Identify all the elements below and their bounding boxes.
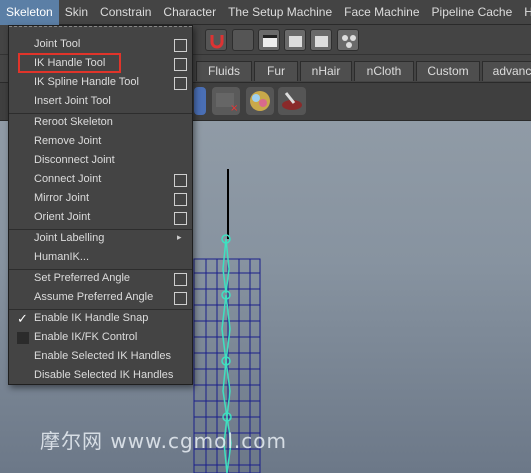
ipr-render-icon[interactable] — [284, 29, 306, 51]
paint-brush-icon[interactable] — [278, 87, 306, 115]
option-box-icon[interactable] — [174, 273, 187, 286]
menu-item-label: Set Preferred Angle — [34, 272, 131, 284]
menu-item-enable-ik-handle-snap[interactable]: ✓ Enable IK Handle Snap — [10, 310, 193, 329]
menu-item-humanik[interactable]: HumanIK... — [10, 249, 193, 268]
tab-fluids[interactable]: Fluids — [196, 61, 252, 81]
menu-item-disable-selected-ik-handles[interactable]: Disable Selected IK Handles — [10, 367, 193, 386]
menu-item-connect-joint[interactable]: Connect Joint — [10, 171, 193, 190]
unchecked-box-icon — [17, 332, 29, 344]
shader-ball-icon[interactable] — [246, 87, 274, 115]
menu-item-label: Reroot Skeleton — [34, 116, 113, 128]
menu-item-label: Insert Joint Tool — [34, 95, 111, 107]
menu-item-label: Mirror Joint — [34, 192, 90, 204]
tear-off-line[interactable] — [9, 26, 192, 30]
menu-item-label: Remove Joint — [34, 135, 102, 147]
menu-item-label: Enable IK/FK Control — [34, 331, 138, 343]
menu-item-label: Orient Joint — [34, 211, 91, 223]
snap-icon[interactable] — [232, 29, 254, 51]
menu-item-mirror-joint[interactable]: Mirror Joint — [10, 190, 193, 209]
menu-item-assume-preferred-angle[interactable]: Assume Preferred Angle — [10, 289, 193, 308]
svg-text:×: × — [230, 103, 238, 114]
tab-nhair[interactable]: nHair — [300, 61, 352, 81]
option-box-icon[interactable] — [174, 77, 187, 90]
menu-constrain[interactable]: Constrain — [94, 0, 157, 25]
render-icon[interactable] — [258, 29, 280, 51]
menu-item-label: Joint Tool — [34, 38, 81, 50]
menu-skeleton[interactable]: Skeleton — [0, 0, 59, 25]
menu-item-enable-ik-fk-control[interactable]: Enable IK/FK Control — [10, 329, 193, 348]
option-box-icon[interactable] — [174, 174, 187, 187]
menu-item-label: IK Spline Handle Tool — [34, 76, 139, 88]
menubar: Skeleton Skin Constrain Character The Se… — [0, 0, 531, 25]
menu-item-insert-joint-tool[interactable]: Insert Joint Tool — [10, 93, 193, 112]
option-box-icon[interactable] — [174, 292, 187, 305]
menu-item-ik-spline-handle-tool[interactable]: IK Spline Handle Tool — [10, 74, 193, 93]
menu-character[interactable]: Character — [157, 0, 222, 25]
menu-item-label: Joint Labelling — [34, 232, 105, 244]
menu-item-enable-selected-ik-handles[interactable]: Enable Selected IK Handles — [10, 348, 193, 367]
menu-item-set-preferred-angle[interactable]: Set Preferred Angle — [10, 270, 193, 289]
menu-face-machine[interactable]: Face Machine — [338, 0, 425, 25]
menu-item-label: HumanIK... — [34, 251, 90, 263]
menu-item-joint-labelling[interactable]: Joint Labelling ▸ — [10, 230, 193, 249]
tab-advanced[interactable]: advanc — [482, 61, 531, 81]
tab-ncloth[interactable]: nCloth — [354, 61, 414, 81]
menu-item-disconnect-joint[interactable]: Disconnect Joint — [10, 152, 193, 171]
menu-item-label: Connect Joint — [34, 173, 102, 185]
option-box-icon[interactable] — [174, 39, 187, 52]
option-box-icon[interactable] — [174, 193, 187, 206]
menu-item-remove-joint[interactable]: Remove Joint — [10, 133, 193, 152]
menu-item-label: Disable Selected IK Handles — [34, 369, 174, 381]
menu-item-label: Enable Selected IK Handles — [34, 350, 171, 362]
menu-item-reroot-skeleton[interactable]: Reroot Skeleton — [10, 114, 193, 133]
tab-fur[interactable]: Fur — [254, 61, 298, 81]
submenu-arrow-icon: ▸ — [177, 232, 182, 242]
option-box-icon[interactable] — [174, 212, 187, 225]
menu-pipeline-cache[interactable]: Pipeline Cache — [426, 0, 519, 25]
option-box-icon[interactable] — [174, 58, 187, 71]
tab-custom[interactable]: Custom — [416, 61, 480, 81]
magnet-icon[interactable] — [205, 29, 227, 51]
checkmark-icon: ✓ — [17, 311, 28, 326]
hypershade-icon[interactable] — [337, 29, 359, 51]
menu-skin[interactable]: Skin — [59, 0, 94, 25]
skeleton-menu: Joint Tool IK Handle Tool IK Spline Hand… — [8, 25, 193, 385]
delete-shelf-icon[interactable]: × — [212, 87, 240, 115]
menu-item-label: Enable IK Handle Snap — [34, 312, 149, 324]
watermark: 摩尔网 www.cgmol.com — [40, 429, 287, 453]
menu-item-orient-joint[interactable]: Orient Joint — [10, 209, 193, 228]
annotation-highlight-box — [18, 53, 121, 73]
menu-item-label: Disconnect Joint — [34, 154, 115, 166]
menu-setup-machine[interactable]: The Setup Machine — [222, 0, 338, 25]
menu-item-label: Assume Preferred Angle — [34, 291, 154, 303]
render-settings-icon[interactable] — [310, 29, 332, 51]
menu-help[interactable]: Help — [518, 0, 531, 25]
